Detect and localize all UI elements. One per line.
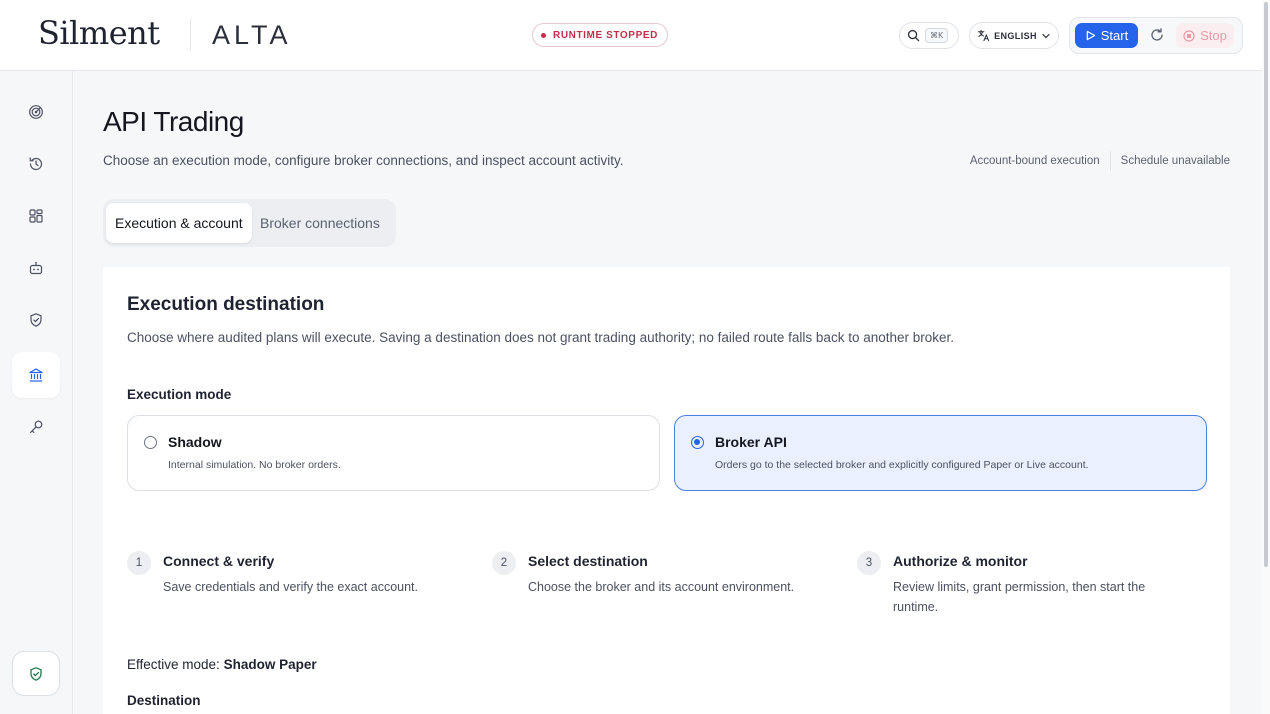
- radar-icon: [29, 105, 43, 119]
- stop-button[interactable]: Stop: [1176, 23, 1234, 48]
- nav-item-security[interactable]: [12, 297, 60, 343]
- nav-item-history[interactable]: [12, 141, 60, 187]
- status-dot-icon: [541, 32, 546, 38]
- top-bar: Silment ALTA RUNTIME STOPPED ⌘K ENGLISH …: [0, 0, 1262, 71]
- page-scrollbar[interactable]: [1262, 0, 1270, 714]
- tab-broker-connections[interactable]: Broker connections: [251, 203, 389, 243]
- play-icon: [1086, 30, 1095, 41]
- section-description: Choose where audited plans will execute.…: [127, 330, 955, 345]
- language-select[interactable]: ENGLISH: [969, 22, 1059, 49]
- tab-execution-account[interactable]: Execution & account: [106, 203, 252, 243]
- effective-mode-value: Shadow Paper: [223, 657, 317, 672]
- runtime-controls: Start Stop: [1069, 17, 1243, 54]
- execution-card: Execution destination Choose where audit…: [103, 267, 1230, 714]
- nav-item-api-trading[interactable]: [12, 352, 60, 398]
- step-description: Save credentials and verify the exact ac…: [163, 580, 419, 594]
- step-description: Choose the broker and its account enviro…: [528, 580, 795, 594]
- mode-option-shadow[interactable]: Shadow Internal simulation. No broker or…: [127, 415, 660, 491]
- step-number: 2: [492, 551, 516, 575]
- restart-icon[interactable]: [1149, 27, 1165, 43]
- robot-icon: [29, 261, 43, 275]
- product-name: ALTA: [212, 20, 292, 50]
- effective-mode: Effective mode: Shadow Paper: [127, 657, 317, 672]
- step-number: 3: [857, 551, 881, 575]
- translate-icon: [977, 29, 990, 42]
- step-title: Authorize & monitor: [893, 553, 1028, 569]
- nav-item-bots[interactable]: [12, 245, 60, 291]
- sidebar: [0, 71, 73, 714]
- page-subtitle: Choose an execution mode, configure brok…: [103, 153, 624, 168]
- bank-icon: [29, 368, 43, 382]
- language-label: ENGLISH: [994, 30, 1037, 41]
- mode-title: Broker API: [715, 434, 787, 450]
- runtime-status-badge: RUNTIME STOPPED: [532, 23, 668, 47]
- execution-mode-label: Execution mode: [127, 387, 232, 402]
- radio-shadow[interactable]: [144, 436, 157, 449]
- start-label: Start: [1100, 28, 1129, 43]
- stop-label: Stop: [1200, 28, 1227, 43]
- shield-check-icon: [30, 666, 42, 681]
- step-number: 1: [127, 551, 151, 575]
- key-icon: [29, 420, 43, 434]
- section-title: Execution destination: [127, 294, 325, 315]
- shield-check-icon: [30, 313, 42, 327]
- search-shortcut: ⌘K: [925, 28, 949, 43]
- meta-execution-binding: Account-bound execution: [969, 155, 1100, 167]
- nav-item-radar[interactable]: [12, 89, 60, 135]
- scrollbar-thumb[interactable]: [1264, 2, 1268, 567]
- search-button[interactable]: ⌘K: [899, 22, 959, 49]
- page-title: API Trading: [103, 106, 244, 137]
- chevron-down-icon: [1042, 33, 1050, 38]
- history-icon: [29, 157, 43, 171]
- search-icon: [907, 29, 920, 42]
- mode-description: Orders go to the selected broker and exp…: [715, 459, 1089, 471]
- runtime-status-text: RUNTIME STOPPED: [553, 29, 658, 41]
- mode-title: Shadow: [168, 434, 222, 450]
- destination-label: Destination: [127, 693, 201, 708]
- page-meta: Account-bound execution Schedule unavail…: [970, 151, 1230, 171]
- nav-item-keys[interactable]: [12, 404, 60, 450]
- meta-divider: [1109, 151, 1111, 171]
- security-status-button[interactable]: [12, 651, 60, 696]
- stop-icon: [1183, 29, 1195, 42]
- mode-description: Internal simulation. No broker orders.: [168, 459, 341, 471]
- step-title: Connect & verify: [163, 553, 275, 569]
- meta-schedule-status: Schedule unavailable: [1120, 155, 1230, 167]
- brand-logo: Silment: [38, 14, 160, 52]
- brand-divider: [190, 19, 191, 51]
- dashboard-grid-icon: [29, 209, 43, 223]
- nav-item-dashboard[interactable]: [12, 193, 60, 239]
- step-description: Review limits, grant permission, then st…: [893, 580, 1146, 614]
- tab-bar: Execution & account Broker connections: [103, 199, 396, 247]
- radio-broker-api[interactable]: [691, 436, 704, 449]
- effective-mode-label: Effective mode:: [127, 657, 220, 672]
- step-title: Select destination: [528, 553, 648, 569]
- start-button[interactable]: Start: [1075, 23, 1138, 48]
- mode-option-broker-api[interactable]: Broker API Orders go to the selected bro…: [674, 415, 1207, 491]
